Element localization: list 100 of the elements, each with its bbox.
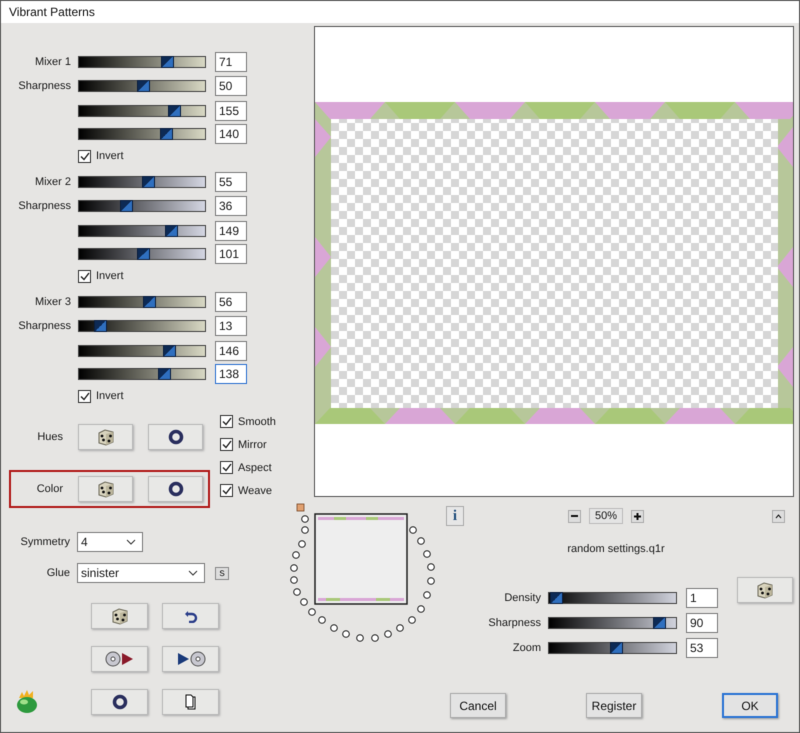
slider-track[interactable]: [78, 104, 206, 116]
slider-track[interactable]: [78, 344, 206, 356]
value-field[interactable]: 1: [686, 588, 718, 608]
checkbox[interactable]: [220, 461, 233, 474]
slider-thumb[interactable]: [160, 128, 172, 140]
save-button[interactable]: [162, 646, 219, 672]
undo-button[interactable]: [162, 603, 219, 629]
slider-thumb[interactable]: [142, 176, 156, 188]
document-icon: [184, 694, 198, 710]
slider-thumb[interactable]: [137, 248, 150, 260]
dice-icon: [755, 581, 775, 599]
info-button[interactable]: i: [446, 506, 464, 526]
dot-ring-drawing[interactable]: [290, 504, 435, 642]
ring-icon: [168, 429, 184, 445]
collapse-button[interactable]: [772, 510, 785, 522]
small-button[interactable]: S: [215, 566, 229, 580]
slider-label: Sharpness: [487, 616, 542, 628]
ring-icon: [168, 481, 184, 497]
slider-thumb[interactable]: [160, 56, 174, 68]
slider-label: Sharpness: [17, 80, 72, 92]
checkbox-label: Invert: [96, 270, 124, 282]
slider-thumb[interactable]: [143, 296, 156, 308]
randomize-button[interactable]: [78, 424, 133, 450]
row-label: Hues: [36, 431, 63, 443]
value-field[interactable]: 50: [215, 76, 247, 96]
chevron-down-icon: [188, 570, 198, 576]
slider-thumb[interactable]: [136, 80, 150, 92]
dice-icon: [110, 607, 130, 625]
randomize-button[interactable]: [91, 603, 148, 629]
slider-thumb[interactable]: [120, 200, 134, 212]
slider-track[interactable]: [78, 128, 206, 140]
disc-arrow-icon: [104, 651, 134, 667]
slider-label: Mixer 1: [34, 56, 72, 68]
dice-icon: [96, 480, 116, 498]
value-field[interactable]: 36: [215, 196, 247, 216]
slider-thumb[interactable]: [162, 344, 176, 356]
value-field[interactable]: 55: [215, 172, 247, 192]
slider-track[interactable]: [78, 320, 206, 332]
checkbox[interactable]: [78, 270, 91, 282]
value-field[interactable]: 101: [215, 244, 247, 264]
slider-track[interactable]: [548, 616, 677, 628]
slider-thumb[interactable]: [158, 368, 172, 380]
glue-dropdown[interactable]: sinister: [77, 563, 205, 583]
randomize-button[interactable]: [78, 476, 133, 502]
value-field[interactable]: 56: [215, 292, 247, 312]
chevron-down-icon: [126, 539, 136, 545]
value-field[interactable]: 140: [215, 124, 247, 144]
window-title: Vibrant Patterns: [9, 5, 95, 19]
reset-button[interactable]: [148, 476, 203, 502]
slider-track[interactable]: [78, 176, 206, 188]
checkbox[interactable]: [78, 150, 91, 162]
value-field[interactable]: 53: [686, 638, 718, 658]
symmetry-dropdown[interactable]: 4: [77, 532, 143, 552]
slider-track[interactable]: [78, 200, 206, 212]
randomize-button[interactable]: [737, 577, 793, 603]
slider-track[interactable]: [78, 248, 206, 260]
slider-thumb[interactable]: [610, 642, 624, 654]
checkbox[interactable]: [220, 438, 233, 451]
dice-icon: [96, 428, 116, 446]
copy-button[interactable]: [162, 689, 219, 715]
value-field[interactable]: 71: [215, 52, 247, 72]
caret-up-icon: [775, 514, 782, 518]
checkbox-label: Invert: [96, 150, 124, 162]
checkbox-label: Invert: [96, 390, 124, 402]
checkbox-label: Smooth: [238, 416, 276, 428]
dialog-button[interactable]: Cancel: [450, 693, 506, 718]
zoom-in-button[interactable]: [631, 510, 644, 522]
slider-track[interactable]: [78, 296, 206, 308]
value-field[interactable]: 155: [215, 100, 247, 120]
slider-track[interactable]: [78, 224, 206, 236]
slider-label: Mixer 3: [34, 296, 72, 308]
load-button[interactable]: [91, 646, 148, 672]
plus-icon: [634, 512, 642, 520]
slider-track[interactable]: [78, 368, 206, 380]
value-field[interactable]: 90: [686, 612, 718, 632]
slider-label: Density: [503, 592, 542, 604]
slider-track[interactable]: [78, 56, 206, 68]
value-field[interactable]: 149: [215, 220, 247, 240]
checkbox[interactable]: [78, 390, 91, 402]
slider-track[interactable]: [548, 642, 677, 654]
slider-thumb[interactable]: [164, 224, 178, 236]
value-field[interactable]: 13: [215, 316, 247, 336]
slider-thumb[interactable]: [94, 320, 107, 332]
checkbox[interactable]: [220, 415, 233, 428]
slider-label: Mixer 2: [34, 176, 72, 188]
zoom-out-button[interactable]: [568, 510, 581, 522]
value-field[interactable]: 138: [215, 364, 247, 384]
checkbox[interactable]: [220, 484, 233, 497]
dialog-button[interactable]: OK: [722, 693, 778, 718]
dialog-button[interactable]: Register: [586, 693, 642, 718]
reset-button[interactable]: [91, 689, 148, 715]
reset-button[interactable]: [148, 424, 203, 450]
value-field[interactable]: 146: [215, 340, 247, 360]
ring-icon: [112, 694, 128, 710]
slider-thumb[interactable]: [168, 104, 182, 116]
slider-track[interactable]: [78, 80, 206, 92]
slider-track[interactable]: [548, 592, 677, 604]
slider-thumb[interactable]: [653, 616, 666, 628]
arrow-disc-icon: [176, 651, 206, 667]
slider-thumb[interactable]: [550, 592, 564, 604]
